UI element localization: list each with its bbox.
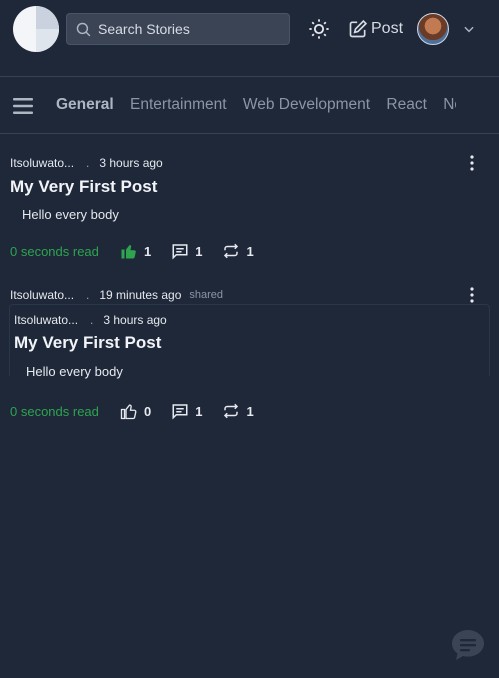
tab-general[interactable]: General xyxy=(56,96,114,114)
app-logo[interactable] xyxy=(13,6,59,52)
repost-icon xyxy=(224,403,239,419)
search-bar[interactable] xyxy=(66,13,290,45)
like-count: 0 xyxy=(144,403,152,419)
repost-button[interactable]: 1 xyxy=(222,242,254,260)
comment-icon xyxy=(172,404,188,420)
chevron-down-icon[interactable] xyxy=(462,22,476,36)
read-time: 0 seconds read xyxy=(10,403,99,419)
meta-separator: . xyxy=(86,288,90,302)
chat-bubble-icon[interactable] xyxy=(450,628,486,662)
post-author[interactable]: Itsoluwato... xyxy=(10,156,76,170)
repost-button[interactable]: 1 xyxy=(222,402,254,420)
read-time: 0 seconds read xyxy=(10,243,99,259)
comment-count: 1 xyxy=(195,243,203,259)
like-count: 1 xyxy=(144,243,152,259)
thumbs-up-outline-icon xyxy=(120,404,137,420)
comment-icon xyxy=(172,244,188,260)
thumbs-up-icon xyxy=(121,244,136,259)
hamburger-menu-icon[interactable] xyxy=(13,98,33,114)
comment-count: 1 xyxy=(195,403,203,419)
post-time: 3 hours ago xyxy=(99,156,163,170)
tab-entertainment[interactable]: Entertainment xyxy=(130,96,227,114)
meta-separator: . xyxy=(90,313,94,327)
user-avatar[interactable] xyxy=(417,13,449,45)
create-post-button[interactable]: Post xyxy=(348,17,403,41)
like-button[interactable]: 0 xyxy=(120,402,151,420)
post-title[interactable]: My Very First Post xyxy=(10,177,157,197)
search-icon xyxy=(76,22,91,36)
search-input[interactable] xyxy=(98,21,278,37)
more-options-icon[interactable] xyxy=(467,287,477,303)
embedded-post-title[interactable]: My Very First Post xyxy=(14,333,161,353)
sun-icon[interactable] xyxy=(308,18,330,40)
top-header: Post xyxy=(0,0,499,77)
post-body: Hello every body xyxy=(22,207,119,222)
shared-label: shared xyxy=(189,289,224,301)
embedded-post-body: Hello every body xyxy=(26,364,123,379)
like-button[interactable]: 1 xyxy=(120,242,151,260)
tab-web-development[interactable]: Web Development xyxy=(243,96,370,114)
category-tabs: General Entertainment Web Development Re… xyxy=(56,96,456,118)
post-time: 19 minutes ago xyxy=(99,288,182,302)
meta-separator: . xyxy=(86,156,90,170)
embedded-post-time: 3 hours ago xyxy=(103,313,167,327)
embedded-post[interactable]: Itsoluwato... . 3 hours ago My Very Firs… xyxy=(9,304,490,379)
create-post-label: Post xyxy=(371,20,404,37)
category-nav: General Entertainment Web Development Re… xyxy=(0,78,499,134)
repost-icon xyxy=(224,243,239,259)
post-author[interactable]: Itsoluwato... xyxy=(10,288,76,302)
comment-button[interactable]: 1 xyxy=(171,242,202,260)
tab-noc[interactable]: Noc xyxy=(443,96,456,114)
tab-react[interactable]: React xyxy=(386,96,427,114)
comment-button[interactable]: 1 xyxy=(171,402,202,420)
repost-count: 1 xyxy=(246,403,254,419)
repost-count: 1 xyxy=(246,243,254,259)
more-options-icon[interactable] xyxy=(467,155,477,171)
edit-icon xyxy=(349,19,368,38)
embedded-post-author[interactable]: Itsoluwato... xyxy=(14,313,80,327)
